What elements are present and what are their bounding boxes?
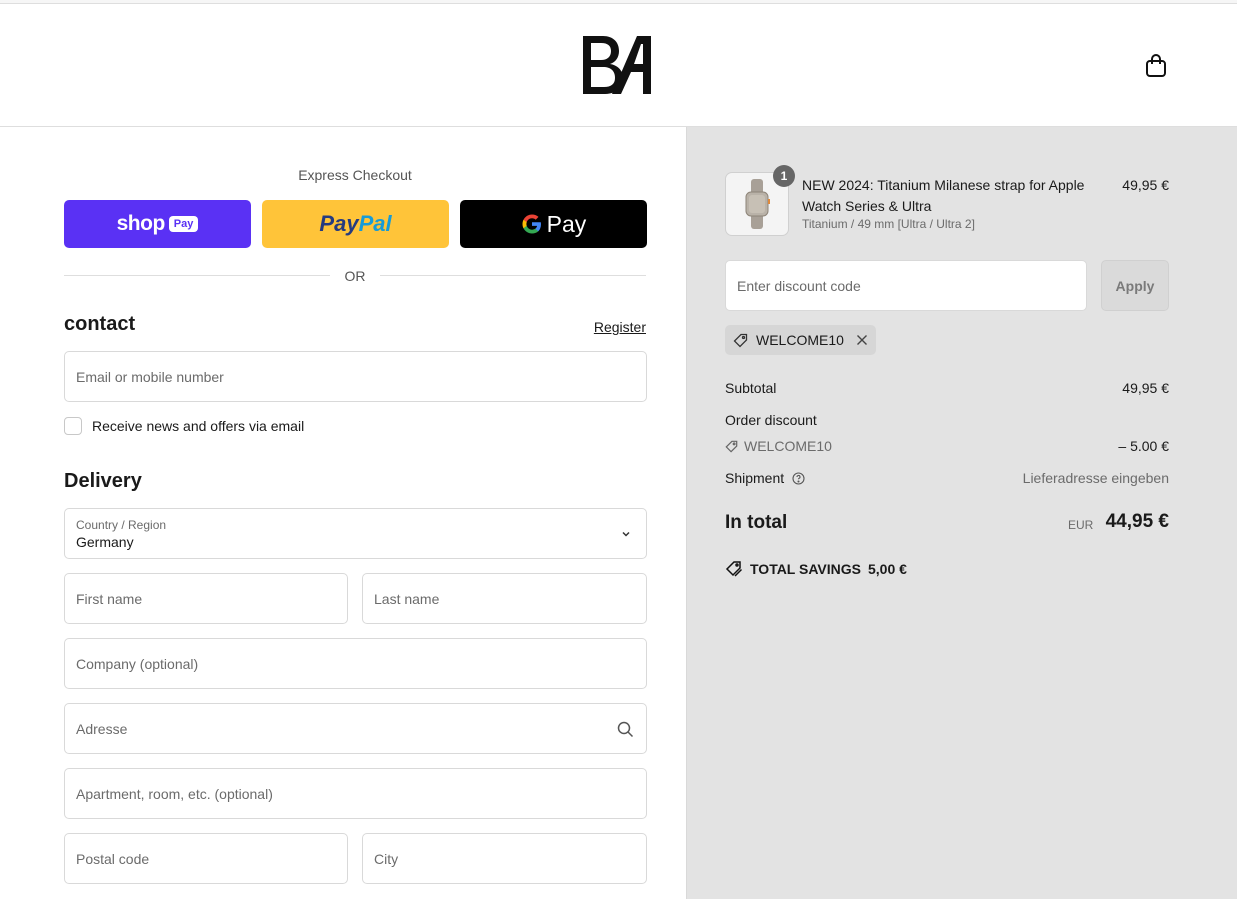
email-placeholder: Email or mobile number	[76, 368, 224, 385]
total-label: In total	[725, 512, 788, 533]
last-name-placeholder: Last name	[374, 590, 440, 607]
email-field[interactable]: Email or mobile number	[64, 351, 647, 402]
applied-code: WELCOME10	[756, 332, 844, 348]
shop-pay-box: Pay	[168, 216, 199, 232]
product-price: 49,95 €	[1122, 177, 1169, 193]
paypal-button[interactable]: PayPal	[262, 200, 449, 248]
newsletter-label: Receive news and offers via email	[92, 418, 305, 434]
company-field[interactable]: Company (optional)	[64, 638, 647, 689]
total-savings: TOTAL SAVINGS 5,00 €	[725, 560, 907, 578]
postal-code-placeholder: Postal code	[76, 850, 150, 867]
tag-icon	[725, 440, 738, 453]
applied-discount-chip: WELCOME10	[725, 325, 876, 355]
google-pay-button[interactable]: Pay	[460, 200, 647, 248]
first-name-field[interactable]: First name	[64, 573, 348, 624]
divider-right	[380, 275, 646, 276]
company-placeholder: Company (optional)	[76, 655, 199, 672]
city-field[interactable]: City	[362, 833, 647, 884]
shop-pay-button[interactable]: shop Pay	[64, 200, 251, 248]
register-link[interactable]: Register	[560, 319, 646, 335]
country-select[interactable]: Country / Region Germany	[64, 508, 647, 559]
discount-placeholder: Enter discount code	[737, 277, 861, 294]
header	[0, 4, 1237, 127]
product-variant: Titanium / 49 mm [Ultra / Ultra 2]	[802, 217, 975, 231]
order-summary: 1 NEW 2024: Titanium Milanese strap for …	[686, 127, 1237, 899]
shopping-bag-icon[interactable]	[1143, 53, 1169, 79]
help-icon[interactable]	[792, 472, 805, 485]
country-label: Country / Region	[76, 517, 167, 532]
discount-code-field[interactable]: Enter discount code	[725, 260, 1087, 311]
contact-heading: contact	[64, 313, 136, 335]
express-checkout-title: Express Checkout	[298, 167, 412, 183]
total-value: 44,95 €	[1105, 511, 1169, 532]
close-icon[interactable]	[856, 334, 868, 346]
savings-label: TOTAL SAVINGS	[750, 561, 861, 577]
shop-pay-label: shop	[116, 212, 166, 235]
discount-code: WELCOME10	[744, 438, 832, 454]
apply-button[interactable]: Apply	[1101, 260, 1169, 311]
checkout-form: Express Checkout shop Pay PayPal Pay OR …	[0, 127, 686, 899]
chevron-down-icon	[622, 531, 630, 537]
postal-code-field[interactable]: Postal code	[64, 833, 348, 884]
subtotal-value: 49,95 €	[1122, 380, 1169, 396]
address-placeholder: Adresse	[76, 720, 128, 737]
shipment-value: Lieferadresse eingeben	[1022, 470, 1169, 486]
shipment-row: Shipment	[725, 470, 805, 486]
tags-icon	[725, 561, 743, 577]
tag-icon	[733, 333, 748, 347]
search-icon[interactable]	[617, 721, 634, 738]
or-label: OR	[344, 268, 366, 284]
newsletter-checkbox[interactable]	[64, 417, 82, 435]
quantity-badge: 1	[773, 165, 795, 187]
country-value: Germany	[76, 533, 134, 550]
google-pay-label: Pay	[546, 210, 587, 237]
last-name-field[interactable]: Last name	[362, 573, 647, 624]
apartment-placeholder: Apartment, room, etc. (optional)	[76, 785, 273, 802]
paypal-logo: PayPal	[319, 211, 392, 236]
divider-left	[64, 275, 330, 276]
apartment-field[interactable]: Apartment, room, etc. (optional)	[64, 768, 647, 819]
subtotal-label: Subtotal	[725, 380, 777, 396]
discount-code-row: WELCOME10	[725, 438, 832, 454]
brand-logo[interactable]	[579, 34, 653, 96]
city-placeholder: City	[374, 850, 399, 867]
google-g-icon	[522, 214, 541, 234]
delivery-heading: Delivery	[64, 470, 142, 492]
address-field[interactable]: Adresse	[64, 703, 647, 754]
first-name-placeholder: First name	[76, 590, 143, 607]
order-discount-label: Order discount	[725, 412, 817, 428]
discount-value: – 5.00 €	[1118, 438, 1169, 454]
savings-value: 5,00 €	[867, 561, 907, 577]
shipment-label: Shipment	[725, 470, 785, 486]
